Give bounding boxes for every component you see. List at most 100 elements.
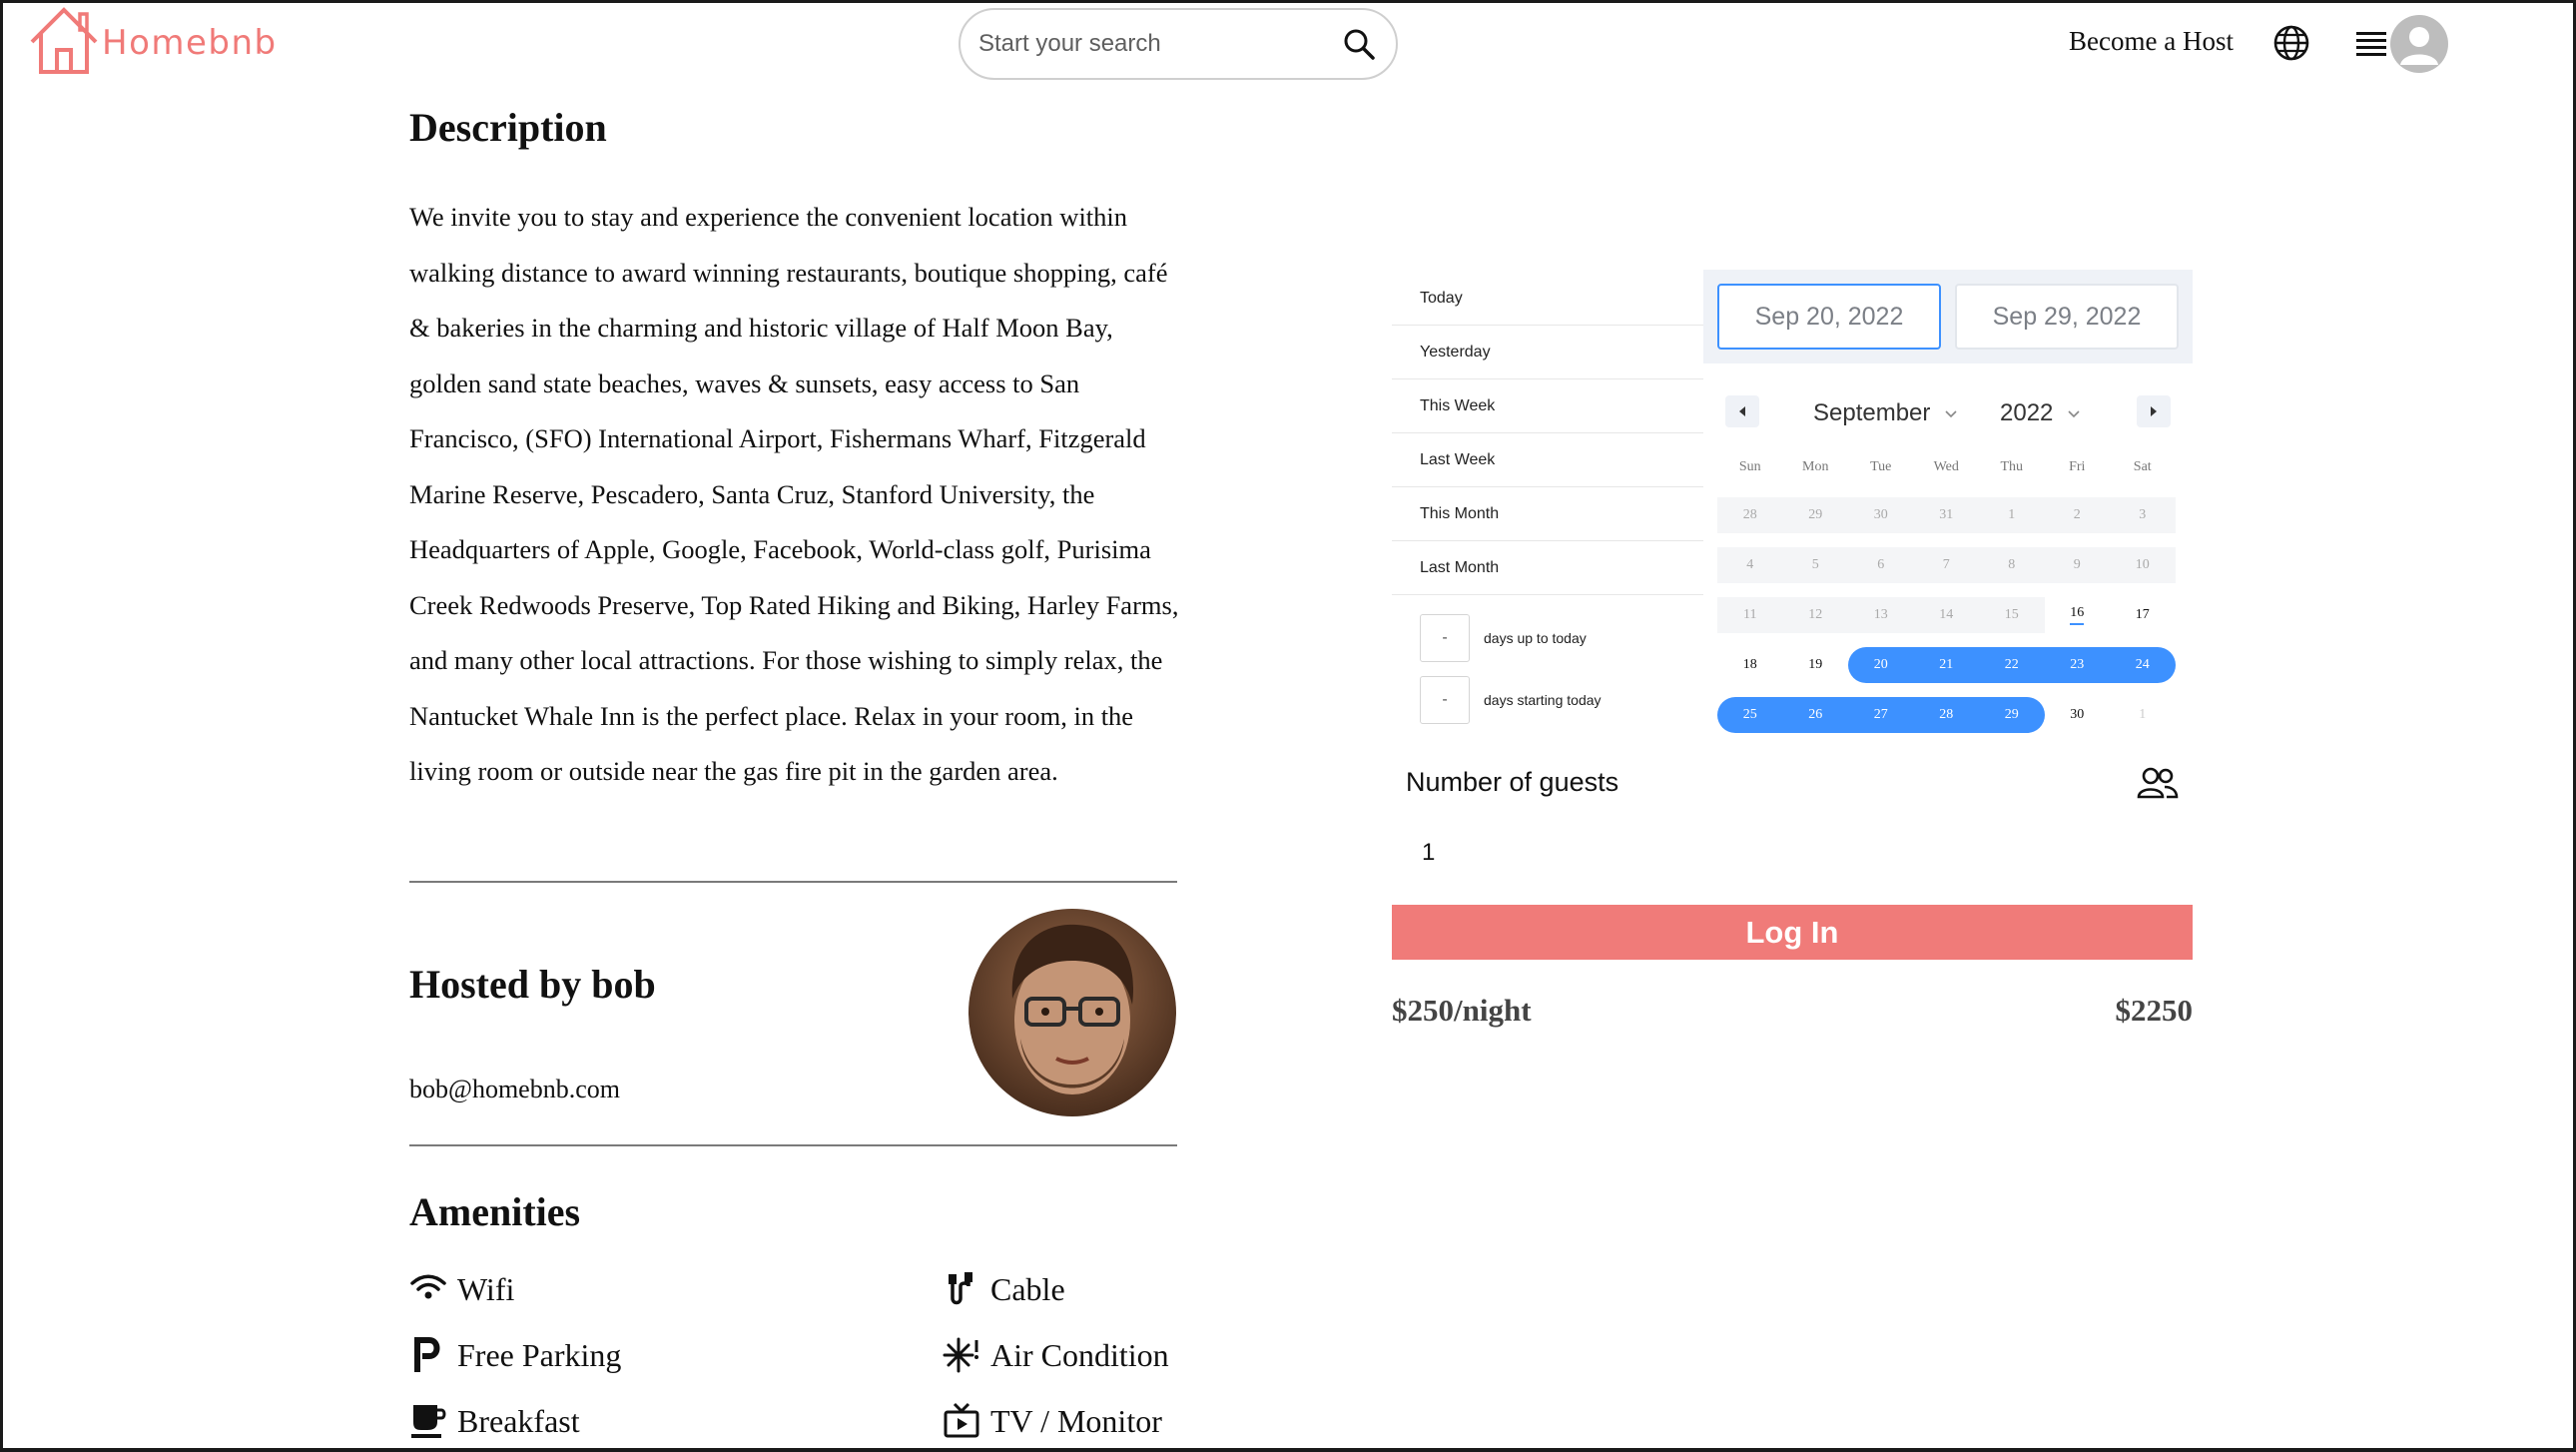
calendar-day: 31 [1913, 497, 1979, 533]
guests-input[interactable] [1422, 839, 1522, 867]
range-last-week[interactable]: Last Week [1392, 433, 1703, 487]
calendar-day: 11 [1717, 597, 1783, 633]
guests-label: Number of guests [1406, 767, 1619, 797]
coffee-icon [411, 1405, 446, 1438]
chevron-left-icon [1739, 406, 1745, 416]
days-up-to-today: - days up to today [1420, 613, 1703, 663]
description-text: We invite you to stay and experience the… [409, 202, 1179, 786]
next-month-button[interactable] [2137, 395, 2171, 427]
host-photo [968, 909, 1176, 1116]
calendar-day: 2 [2044, 497, 2110, 533]
weekday-label: Sat [2133, 459, 2152, 474]
calendar-day[interactable]: 17 [2110, 597, 2176, 633]
amenity-parking: Free Parking [409, 1336, 621, 1374]
menu-icon[interactable] [2356, 30, 2388, 58]
amenity-label: Free Parking [457, 1336, 622, 1373]
user-avatar-icon[interactable] [2390, 15, 2448, 73]
calendar-day: 10 [2110, 547, 2176, 583]
month-label: September [1813, 399, 1931, 426]
amenity-cable: Cable [943, 1270, 1065, 1308]
snowflake-icon [943, 1337, 978, 1373]
calendar-day[interactable]: 27 [1848, 697, 1914, 733]
calendar-day: 12 [1782, 597, 1848, 633]
calendar-day: 30 [1848, 497, 1914, 533]
amenity-breakfast: Breakfast [409, 1402, 580, 1440]
calendar-day[interactable]: 19 [1783, 647, 1849, 683]
divider [409, 881, 1177, 883]
range-today[interactable]: Today [1392, 272, 1703, 326]
amenity-label: Wifi [457, 1270, 515, 1307]
globe-icon[interactable] [2272, 24, 2310, 62]
days-up-to-today-input[interactable]: - [1420, 614, 1470, 662]
calendar-day[interactable]: 28 [1913, 697, 1979, 733]
search-bar[interactable] [959, 8, 1398, 80]
weekday-label: Thu [2000, 459, 2024, 474]
days-starting-today-label: days starting today [1484, 692, 1602, 708]
weekday-label: Mon [1802, 459, 1829, 474]
tv-icon [944, 1402, 979, 1438]
weekday-label: Fri [2069, 459, 2086, 474]
calendar-day[interactable]: 25 [1717, 697, 1783, 733]
calendar-day: 28 [1717, 497, 1783, 533]
chevron-right-icon [2151, 406, 2157, 416]
range-this-week[interactable]: This Week [1392, 379, 1703, 433]
calendar-day[interactable]: 30 [2045, 697, 2111, 733]
calendar-day[interactable]: 22 [1979, 647, 2045, 683]
range-last-month[interactable]: Last Month [1392, 541, 1703, 595]
host-title: Hosted by bob [409, 962, 656, 1007]
calendar-day: 15 [1979, 597, 2045, 633]
price-total: $2250 [2115, 993, 2194, 1028]
amenity-tv: TV / Monitor [943, 1402, 1162, 1440]
amenity-label: TV / Monitor [990, 1402, 1162, 1439]
host-email: bob@homebnb.com [409, 1075, 620, 1103]
parking-icon [414, 1337, 440, 1372]
calendar-day: 9 [2044, 547, 2110, 583]
calendar-day[interactable]: 18 [1717, 647, 1783, 683]
date-range-presets: Today Yesterday This Week Last Week This… [1392, 272, 1703, 725]
month-select[interactable]: September [1813, 399, 1958, 427]
become-host-link[interactable]: Become a Host [2069, 26, 2234, 57]
date-range-calendar: Sep 20, 2022 Sep 29, 2022 September 2022… [1703, 270, 2193, 749]
range-yesterday[interactable]: Yesterday [1392, 326, 1703, 379]
search-icon[interactable] [1342, 27, 1376, 61]
description-title: Description [409, 105, 607, 150]
days-starting-today-input[interactable]: - [1420, 676, 1470, 724]
search-input[interactable] [978, 30, 1342, 58]
weekday-label: Sun [1738, 459, 1761, 474]
calendar-day[interactable]: 21 [1913, 647, 1979, 683]
calendar-day: 29 [1782, 497, 1848, 533]
amenity-label: Air Condition [990, 1336, 1169, 1373]
calendar-day: 1 [2139, 707, 2147, 722]
amenities-title: Amenities [409, 1189, 581, 1234]
year-label: 2022 [2000, 399, 2054, 426]
calendar-day: 7 [1913, 547, 1979, 583]
range-this-month[interactable]: This Month [1392, 487, 1703, 541]
amenity-wifi: Wifi [409, 1270, 514, 1308]
chevron-down-icon [1945, 410, 1957, 418]
amenity-label: Cable [990, 1270, 1065, 1307]
prev-month-button[interactable] [1725, 395, 1759, 427]
calendar-day: 3 [2110, 497, 2176, 533]
calendar-day[interactable]: 29 [1979, 697, 2045, 733]
wifi-icon [410, 1274, 446, 1299]
start-date-field[interactable]: Sep 20, 2022 [1717, 284, 1941, 350]
chevron-down-icon [2068, 410, 2080, 418]
divider [409, 1144, 1177, 1146]
days-starting-today: - days starting today [1420, 675, 1703, 725]
calendar-day[interactable]: 16 [2045, 597, 2111, 633]
end-date-field[interactable]: Sep 29, 2022 [1955, 284, 2179, 350]
logo-text: Homebnb [102, 23, 278, 63]
homebnb-logo[interactable]: Homebnb [28, 4, 278, 74]
year-select[interactable]: 2022 [2000, 399, 2081, 427]
calendar-day[interactable]: 23 [2044, 647, 2110, 683]
house-logo-icon [30, 7, 98, 74]
calendar-day[interactable]: 20 [1848, 647, 1914, 683]
login-button[interactable]: Log In [1392, 905, 2193, 960]
calendar-day: 13 [1848, 597, 1914, 633]
calendar-day: 14 [1913, 597, 1979, 633]
calendar-day: 5 [1782, 547, 1848, 583]
cable-icon [949, 1272, 972, 1305]
calendar-day[interactable]: 24 [2110, 647, 2176, 683]
calendar-day[interactable]: 26 [1782, 697, 1848, 733]
calendar-day: 4 [1717, 547, 1783, 583]
